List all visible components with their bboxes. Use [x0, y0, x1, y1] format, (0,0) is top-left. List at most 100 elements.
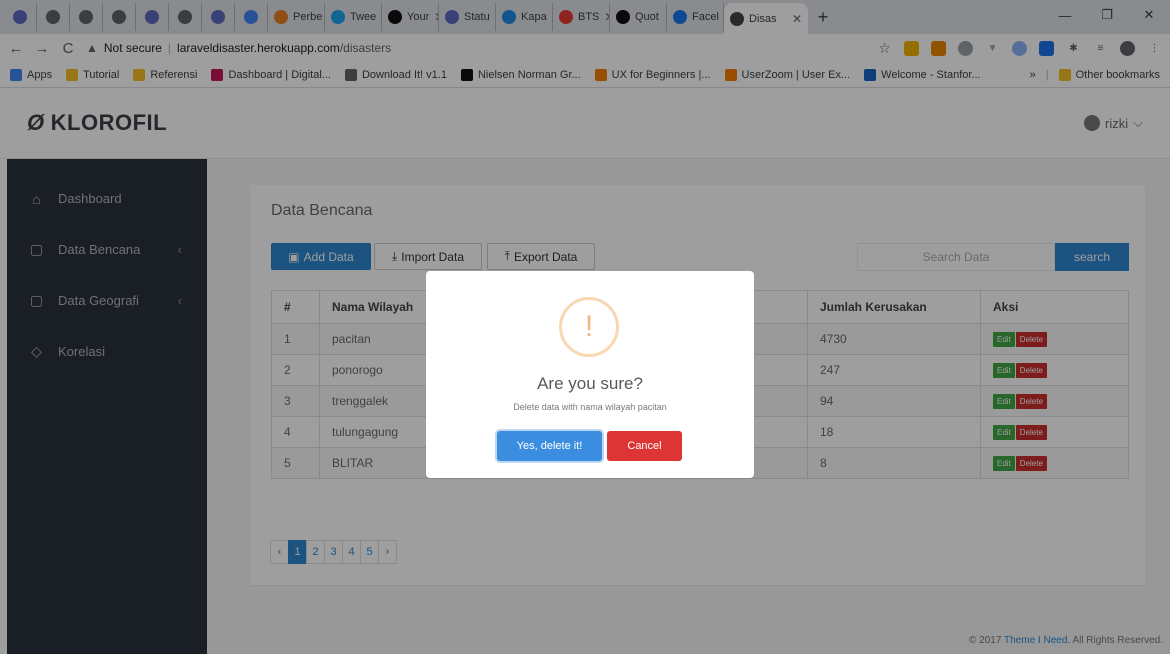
- tab-label: Quot: [635, 11, 659, 23]
- search-button[interactable]: search: [1055, 243, 1129, 271]
- browser-tab[interactable]: [235, 3, 268, 31]
- browser-tab[interactable]: Kapa✕: [496, 3, 553, 31]
- extension-icon[interactable]: [1012, 40, 1027, 56]
- bookmark-item[interactable]: Referensi: [133, 68, 197, 81]
- pagination-prev[interactable]: ‹: [270, 540, 289, 564]
- browser-tab[interactable]: [202, 3, 235, 31]
- bookmark-item[interactable]: Tutorial: [66, 68, 119, 81]
- new-tab-button[interactable]: +: [808, 3, 838, 31]
- tab-active[interactable]: Disas ✕: [724, 3, 808, 34]
- table-cell: 2: [271, 354, 320, 386]
- browser-tab[interactable]: Your✕: [382, 3, 439, 31]
- browser-tab[interactable]: [4, 3, 37, 31]
- tab-label: Kapa: [521, 11, 547, 23]
- tab-label: Perbe: [293, 11, 323, 23]
- brand-logo[interactable]: Ø KLOROFIL: [27, 110, 167, 136]
- edit-button[interactable]: Edit: [993, 456, 1015, 471]
- browser-tab[interactable]: [169, 3, 202, 31]
- browser-tab[interactable]: [136, 3, 169, 31]
- extension-icon[interactable]: [958, 40, 973, 56]
- bookmarks-overflow-button[interactable]: »: [1030, 69, 1036, 81]
- sidebar-item-korelasi[interactable]: ◇ Korelasi: [7, 326, 207, 377]
- table-cell: 5: [271, 447, 320, 479]
- table-actions: Edit Delete: [980, 354, 1129, 386]
- close-window-button[interactable]: ✕: [1128, 0, 1170, 30]
- pagination-next[interactable]: ›: [378, 540, 397, 564]
- forward-arrow-icon[interactable]: →: [34, 40, 50, 57]
- favicon-icon: [112, 10, 126, 24]
- upload-icon: ⤒: [504, 249, 510, 263]
- extension-icon[interactable]: ▼: [985, 41, 1000, 56]
- reload-icon[interactable]: C: [60, 40, 76, 57]
- edit-button[interactable]: Edit: [993, 425, 1015, 440]
- sidebar-item-dashboard[interactable]: ⌂ Dashboard: [7, 173, 207, 224]
- puzzle-icon[interactable]: ✱: [1066, 41, 1081, 56]
- window-controls: — ❐ ✕: [1044, 0, 1170, 30]
- reading-list-icon[interactable]: ≡: [1093, 41, 1108, 56]
- extension-icon[interactable]: [904, 40, 919, 56]
- delete-button[interactable]: Delete: [1015, 456, 1047, 471]
- bookmark-item[interactable]: Nielsen Norman Gr...: [460, 68, 581, 81]
- close-icon[interactable]: ✕: [792, 12, 802, 26]
- bookmark-icon: [10, 68, 22, 81]
- search-input[interactable]: Search Data: [857, 243, 1055, 271]
- pagination-page[interactable]: 1: [288, 540, 307, 564]
- bookmark-item[interactable]: Download It! v1.1: [344, 68, 447, 81]
- pagination-page[interactable]: 4: [342, 540, 361, 564]
- bookmark-item[interactable]: Apps: [10, 68, 52, 81]
- edit-button[interactable]: Edit: [993, 394, 1015, 409]
- sidebar-item-data-bencana[interactable]: ▢ Data Bencana ‹: [7, 224, 207, 275]
- tab-label: Statu: [464, 11, 490, 23]
- browser-tab[interactable]: Quot✕: [610, 3, 667, 31]
- cancel-button[interactable]: Cancel: [607, 431, 682, 461]
- extension-icon[interactable]: [931, 40, 946, 56]
- add-data-button[interactable]: ▣ Add Data: [271, 243, 371, 270]
- delete-button[interactable]: Delete: [1015, 332, 1047, 347]
- delete-button[interactable]: Delete: [1015, 425, 1047, 440]
- tab-label: Facel: [692, 11, 719, 23]
- table-actions: Edit Delete: [980, 323, 1129, 355]
- app-header: Ø KLOROFIL rizki ⌵: [0, 88, 1170, 159]
- star-icon[interactable]: ☆: [877, 40, 892, 56]
- user-menu[interactable]: rizki ⌵: [1084, 115, 1143, 131]
- extension-icon[interactable]: [1039, 40, 1054, 56]
- confirm-delete-button[interactable]: Yes, delete it!: [497, 431, 602, 461]
- table-cell: 18: [807, 416, 981, 448]
- browser-tab[interactable]: [70, 3, 103, 31]
- browser-tab[interactable]: [103, 3, 136, 31]
- browser-tab[interactable]: Facel✕: [667, 3, 724, 31]
- table-actions: Edit Delete: [980, 385, 1129, 417]
- download-icon: ⤓: [391, 249, 398, 263]
- sidebar-item-data-geografi[interactable]: ▢ Data Geografi ‹: [7, 275, 207, 326]
- delete-button[interactable]: Delete: [1015, 394, 1047, 409]
- tab-list: Perbe✕Twee✕Your✕Statu✕Kapa✕BTS✕Quot✕Face…: [0, 3, 808, 34]
- bookmark-item[interactable]: Dashboard | Digital...: [211, 68, 331, 81]
- minimize-button[interactable]: —: [1044, 0, 1086, 30]
- chevron-down-icon: ⌵: [1133, 115, 1143, 130]
- edit-button[interactable]: Edit: [993, 332, 1015, 347]
- pagination-page[interactable]: 5: [360, 540, 379, 564]
- user-name: rizki: [1105, 115, 1129, 131]
- back-arrow-icon[interactable]: ←: [8, 40, 24, 57]
- pagination-page[interactable]: 2: [306, 540, 325, 564]
- browser-tab[interactable]: Twee✕: [325, 3, 382, 31]
- bookmark-item[interactable]: UserZoom | User Ex...: [724, 68, 850, 81]
- maximize-button[interactable]: ❐: [1086, 0, 1128, 30]
- browser-tab[interactable]: Statu✕: [439, 3, 496, 31]
- browser-tab[interactable]: Perbe✕: [268, 3, 325, 31]
- other-bookmarks[interactable]: Other bookmarks: [1058, 68, 1160, 81]
- browser-tab[interactable]: [37, 3, 70, 31]
- import-data-button[interactable]: ⤓ Import Data: [374, 243, 482, 270]
- address-bar[interactable]: ▲ Not secure | laraveldisaster.herokuapp…: [86, 36, 846, 60]
- pagination-page[interactable]: 3: [324, 540, 343, 564]
- browser-tab[interactable]: BTS✕: [553, 3, 610, 31]
- edit-button[interactable]: Edit: [993, 363, 1015, 378]
- menu-dots-icon[interactable]: ⋮: [1147, 41, 1162, 56]
- delete-button[interactable]: Delete: [1015, 363, 1047, 378]
- profile-avatar-icon[interactable]: [1120, 40, 1135, 56]
- bookmark-item[interactable]: Welcome - Stanfor...: [864, 68, 981, 81]
- footer-link[interactable]: Theme I Need: [1004, 635, 1067, 646]
- bookmark-item[interactable]: UX for Beginners |...: [594, 68, 711, 81]
- table-cell: 94: [807, 385, 981, 417]
- export-data-button[interactable]: ⤒ Export Data: [487, 243, 595, 270]
